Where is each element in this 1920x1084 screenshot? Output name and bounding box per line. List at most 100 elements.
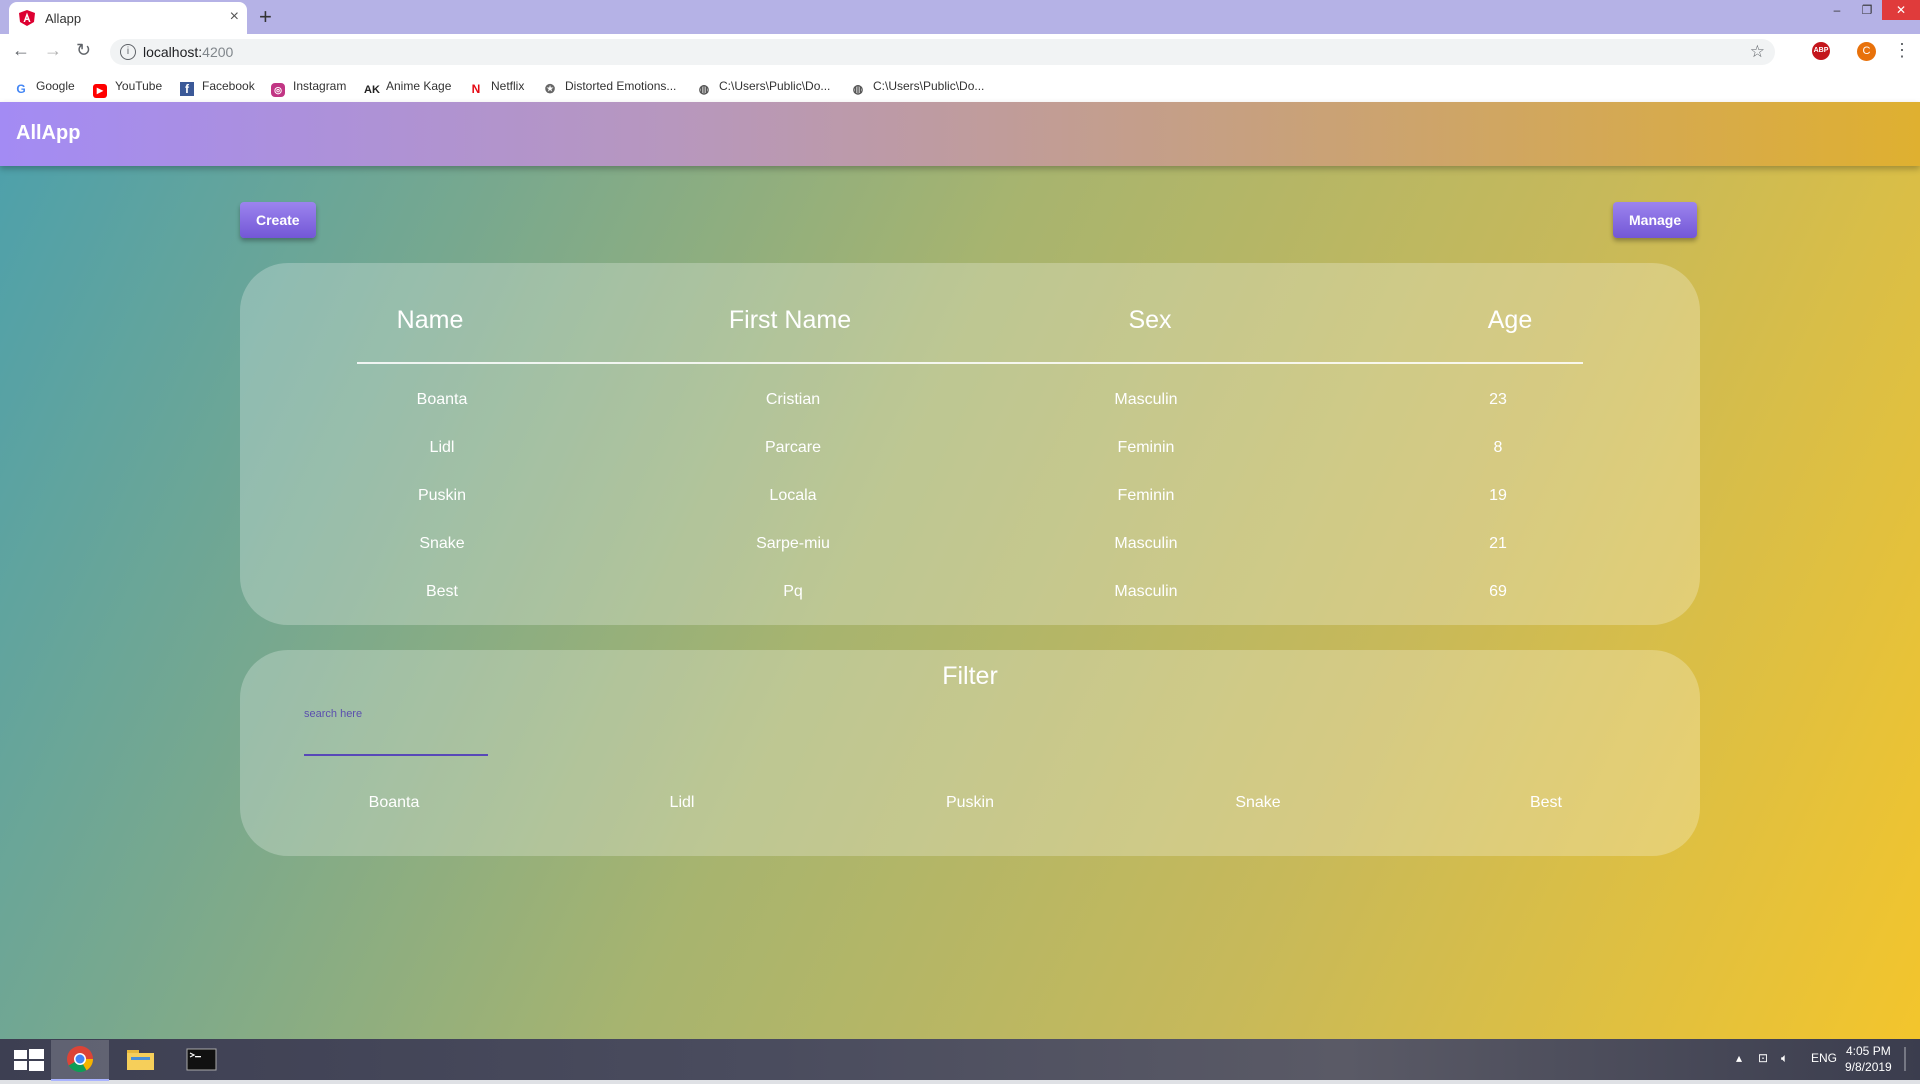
bookmark-netflix[interactable]: N Netflix — [469, 76, 525, 96]
filter-result-item[interactable]: Best — [1446, 794, 1646, 812]
google-icon: G — [16, 82, 26, 96]
clock[interactable]: 4:05 PM 9/8/2019 — [1845, 1043, 1892, 1075]
menu-icon[interactable]: ⋮ — [1893, 40, 1911, 61]
taskbar-terminal[interactable] — [172, 1040, 230, 1079]
cell-age: 19 — [1489, 487, 1507, 504]
taskbar-file-explorer[interactable] — [111, 1040, 169, 1079]
language-indicator[interactable]: ENG — [1811, 1051, 1837, 1065]
column-header-age: Age — [1487, 306, 1533, 334]
taskbar-chrome[interactable] — [51, 1040, 109, 1081]
instagram-icon: ◎ — [271, 83, 285, 97]
cell-first-name: Parcare — [764, 439, 822, 456]
tab-strip: Allapp × + – ❐ ✕ — [0, 0, 1920, 34]
facebook-icon: f — [180, 82, 194, 96]
filter-title: Filter — [942, 662, 998, 690]
filter-result-item[interactable]: Snake — [1158, 794, 1358, 812]
profile-avatar[interactable]: C — [1857, 42, 1876, 61]
forward-icon[interactable]: → — [44, 40, 62, 61]
bookmark-instagram[interactable]: ◎ Instagram — [271, 76, 346, 97]
cell-age: 8 — [1493, 439, 1503, 456]
adblock-icon[interactable]: ABP — [1812, 42, 1830, 60]
cell-age: 23 — [1489, 391, 1507, 408]
tab-title: Allapp — [45, 11, 82, 26]
search-label: search here — [304, 708, 363, 720]
app-title: AllApp — [16, 122, 81, 144]
cell-name: Best — [425, 583, 458, 600]
address-bar[interactable]: i localhost:4200 ☆ — [110, 39, 1775, 65]
minimize-icon[interactable]: – — [1822, 0, 1852, 20]
window-close-icon[interactable]: ✕ — [1882, 0, 1920, 20]
filter-result-item[interactable]: Boanta — [294, 794, 494, 812]
filter-panel: Filter search here Boanta Lidl Puskin Sn… — [240, 650, 1700, 856]
show-hidden-icons[interactable]: ▴ — [1736, 1051, 1742, 1065]
table-row[interactable]: Puskin Locala Feminin 19 — [240, 481, 1700, 511]
bookmark-distorted-emotions[interactable]: ✪ Distorted Emotions... — [543, 76, 676, 96]
youtube-icon: ▶ — [93, 84, 107, 98]
column-header-name: Name — [396, 306, 464, 334]
bookmark-local-file-1[interactable]: ◍ C:\Users\Public\Do... — [697, 76, 831, 96]
restore-icon[interactable]: ❐ — [1852, 0, 1882, 20]
animekage-icon: AK — [364, 84, 380, 96]
table-row[interactable]: Snake Sarpe-miu Masculin 21 — [240, 529, 1700, 559]
start-button[interactable] — [0, 1040, 58, 1079]
info-icon[interactable]: i — [120, 44, 136, 60]
globe-icon: ◍ — [852, 82, 864, 96]
bookmark-local-file-2[interactable]: ◍ C:\Users\Public\Do... — [851, 76, 985, 96]
cell-first-name: Pq — [783, 583, 803, 600]
create-button[interactable]: Create — [240, 202, 316, 238]
column-header-sex: Sex — [1128, 306, 1172, 334]
cell-name: Puskin — [417, 487, 467, 504]
chrome-icon — [67, 1046, 94, 1073]
bookmark-youtube[interactable]: ▶ YouTube — [93, 76, 162, 98]
header-divider — [357, 362, 1583, 364]
cell-sex: Masculin — [1114, 535, 1178, 552]
people-table: Name First Name Sex Age Boanta Cristian … — [240, 263, 1700, 625]
bookmark-star-icon[interactable]: ☆ — [1750, 42, 1765, 62]
cell-first-name: Cristian — [765, 391, 821, 408]
app-toolbar: AllApp — [0, 102, 1920, 166]
new-tab-icon[interactable]: + — [259, 4, 272, 30]
browser-toolbar: ← → ↻ i localhost:4200 ☆ ABP C ⋮ — [0, 34, 1920, 70]
terminal-icon — [186, 1048, 217, 1071]
cell-name: Lidl — [429, 439, 455, 456]
clock-date: 9/8/2019 — [1845, 1060, 1892, 1074]
distorted-emotions-icon: ✪ — [544, 82, 556, 96]
url-text: localhost:4200 — [143, 44, 234, 60]
filter-result-item[interactable]: Lidl — [582, 794, 782, 812]
back-icon[interactable]: ← — [12, 40, 30, 61]
table-row[interactable]: Boanta Cristian Masculin 23 — [240, 385, 1700, 415]
reload-icon[interactable]: ↻ — [76, 40, 91, 61]
bookmark-facebook[interactable]: f Facebook — [180, 76, 255, 96]
cell-name: Snake — [419, 535, 465, 552]
windows-icon — [14, 1049, 44, 1071]
network-icon[interactable]: ⊡ — [1758, 1051, 1768, 1065]
table-row[interactable]: Lidl Parcare Feminin 8 — [240, 433, 1700, 463]
taskbar: ▴ ⊡ 🔈︎ ENG 4:05 PM 9/8/2019 — [0, 1039, 1920, 1081]
cell-age: 21 — [1489, 535, 1507, 552]
search-input[interactable] — [304, 726, 488, 756]
cell-sex: Masculin — [1114, 391, 1178, 408]
volume-icon[interactable]: 🔈︎ — [1781, 1051, 1788, 1066]
cell-first-name: Locala — [769, 487, 817, 504]
bookmark-anime-kage[interactable]: AK Anime Kage — [364, 76, 451, 96]
cell-sex: Feminin — [1117, 439, 1175, 456]
folder-icon — [127, 1050, 154, 1070]
clock-time: 4:05 PM — [1846, 1044, 1891, 1058]
bookmarks-bar: G Google ▶ YouTube f Facebook ◎ Instagram AK… — [0, 70, 1920, 103]
cell-sex: Masculin — [1114, 583, 1178, 600]
globe-icon: ◍ — [698, 82, 710, 96]
cell-sex: Feminin — [1117, 487, 1175, 504]
column-header-first-name: First Name — [728, 306, 852, 334]
netflix-icon: N — [471, 82, 481, 96]
cell-age: 69 — [1489, 583, 1507, 600]
show-desktop-button[interactable] — [1904, 1047, 1906, 1071]
cell-name: Boanta — [416, 391, 468, 408]
manage-button[interactable]: Manage — [1613, 202, 1698, 238]
cell-first-name: Sarpe-miu — [756, 535, 830, 552]
bookmark-google[interactable]: G Google — [14, 76, 74, 96]
browser-tab[interactable]: Allapp × — [9, 2, 247, 34]
close-tab-icon[interactable]: × — [230, 8, 239, 26]
table-row[interactable]: Best Pq Masculin 69 — [240, 577, 1700, 607]
angular-icon — [19, 10, 35, 26]
filter-result-item[interactable]: Puskin — [870, 794, 1070, 812]
